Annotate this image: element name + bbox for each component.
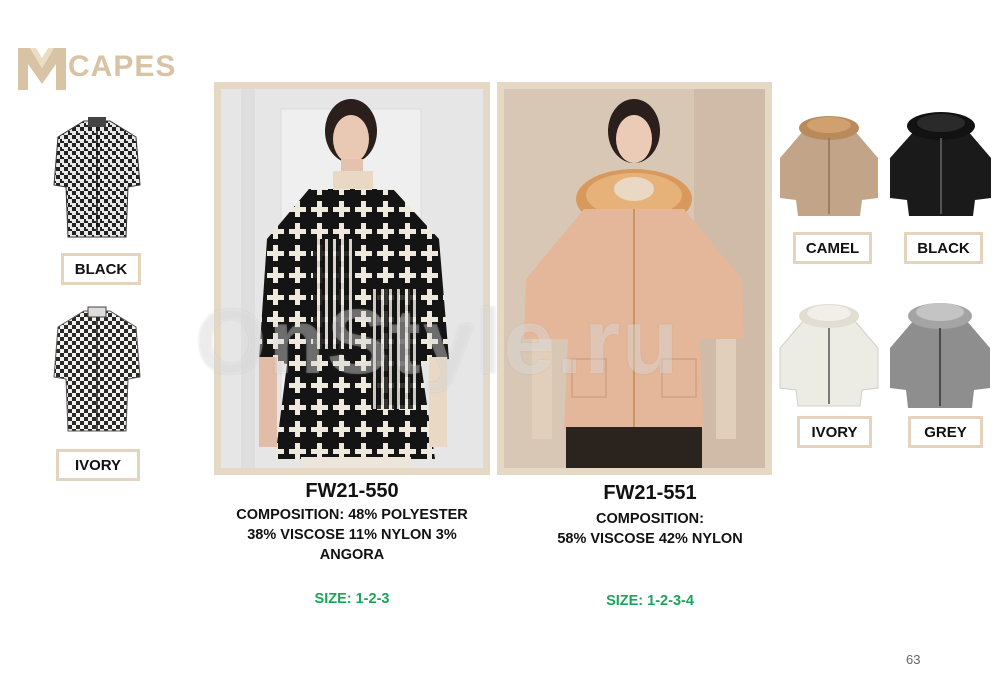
composition-line: COMPOSITION: — [596, 511, 704, 527]
product-photo-frame-1 — [214, 82, 490, 475]
product-info-2: FW21-551 COMPOSITION: 58% VISCOSE 42% NY… — [510, 481, 790, 616]
fur-cape-black-image — [890, 112, 991, 216]
composition-line: ANGORA — [319, 547, 385, 563]
composition-line: COMPOSITION: 48% POLYESTER — [236, 507, 468, 523]
size-text: SIZE: 1-2-3 — [314, 591, 390, 607]
model-houndstooth-cape-photo — [221, 89, 483, 468]
page-number: 63 — [906, 652, 921, 667]
brand-logo: CAPES — [18, 44, 176, 90]
model-camel-fur-cape-photo — [504, 89, 765, 468]
color-label-black: BLACK — [904, 232, 983, 264]
composition-line: 58% VISCOSE 42% NYLON — [557, 531, 743, 547]
color-label-grey: GREY — [908, 416, 983, 448]
houndstooth-cape-ivory-image — [53, 306, 141, 432]
size-text: SIZE: 1-2-3-4 — [606, 593, 694, 609]
houndstooth-cape-black-image — [53, 117, 141, 238]
color-label-black: BLACK — [61, 253, 141, 285]
product-code: FW21-550 — [305, 480, 399, 502]
fur-cape-grey-image — [890, 303, 990, 408]
color-label-ivory: IVORY — [56, 449, 140, 481]
product-photo-frame-2 — [497, 82, 772, 475]
m-logo-icon — [18, 48, 66, 90]
fur-cape-camel-image — [780, 116, 878, 216]
color-label-ivory: IVORY — [797, 416, 872, 448]
color-label-camel: CAMEL — [793, 232, 872, 264]
product-code: FW21-551 — [603, 482, 697, 504]
logo-text: CAPES — [68, 50, 177, 83]
fur-cape-ivory-image — [779, 304, 879, 407]
composition-line: 38% VISCOSE 11% NYLON 3% — [247, 527, 457, 543]
product-info-1: FW21-550 COMPOSITION: 48% POLYESTER 38% … — [214, 479, 490, 609]
